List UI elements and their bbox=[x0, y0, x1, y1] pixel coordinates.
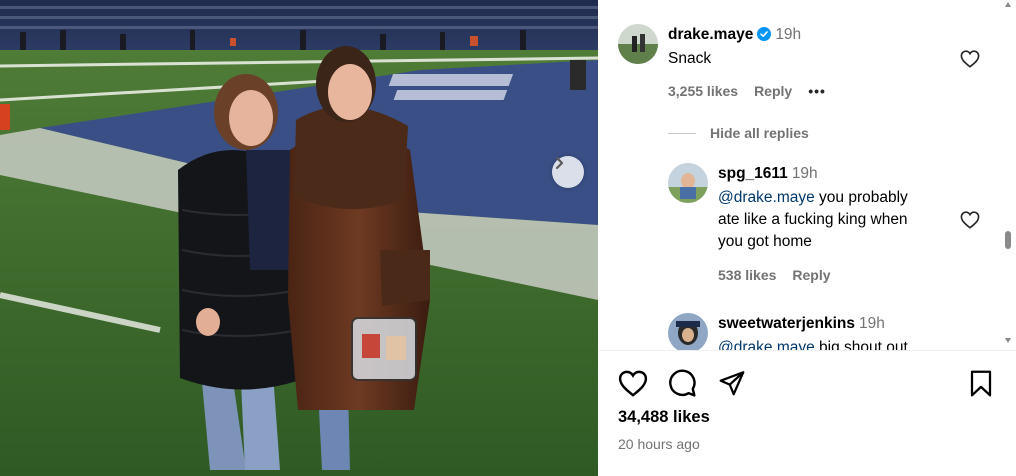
carousel-next-button[interactable] bbox=[552, 156, 584, 188]
avatar[interactable] bbox=[618, 24, 658, 64]
reply-username[interactable]: spg_1611 bbox=[718, 165, 788, 182]
post-actions: 34,488 likes 20 hours ago bbox=[598, 350, 1016, 476]
comments-scrollbar[interactable] bbox=[1002, 0, 1014, 350]
comment-time[interactable]: 19h bbox=[775, 26, 801, 43]
avatar[interactable] bbox=[668, 163, 708, 203]
scrollbar-thumb[interactable] bbox=[1005, 231, 1011, 249]
chevron-right-icon bbox=[555, 156, 564, 170]
comment-username[interactable]: drake.maye bbox=[668, 26, 753, 43]
comments-list[interactable]: drake.maye 19h Snack 3,255 likes Reply •••… bbox=[598, 0, 1016, 350]
reply-username[interactable]: sweetwaterjenkins bbox=[718, 315, 855, 332]
avatar-image bbox=[668, 313, 708, 350]
mention-link[interactable]: @drake.maye bbox=[718, 339, 815, 350]
comment-meta: 3,255 likes Reply ••• bbox=[668, 83, 842, 99]
reply-time[interactable]: 19h bbox=[792, 165, 818, 182]
more-options-icon[interactable]: ••• bbox=[808, 83, 826, 99]
comment-like-heart-icon[interactable] bbox=[960, 211, 980, 229]
bookmark-icon[interactable] bbox=[969, 370, 993, 397]
reply-text: @drake.maye you probably ate like a fuck… bbox=[718, 189, 908, 250]
reply-reply-button[interactable]: Reply bbox=[792, 267, 830, 283]
post-photo bbox=[0, 0, 598, 476]
comment-text: Snack bbox=[668, 50, 712, 67]
scroll-down-arrow-icon[interactable] bbox=[1005, 338, 1011, 343]
comment-likes[interactable]: 3,255 likes bbox=[668, 83, 738, 99]
heart-icon[interactable] bbox=[618, 370, 648, 397]
post-image[interactable] bbox=[0, 0, 598, 476]
verified-badge-icon bbox=[757, 27, 772, 41]
post-likes-count[interactable]: 34,488 likes bbox=[618, 408, 710, 427]
reply-text: @drake.maye big shout out bbox=[718, 337, 988, 350]
comment-icon[interactable] bbox=[668, 369, 697, 398]
hide-replies-button[interactable]: Hide all replies bbox=[668, 125, 809, 141]
reply-time[interactable]: 19h bbox=[859, 315, 885, 332]
post-timestamp[interactable]: 20 hours ago bbox=[618, 436, 700, 452]
mention-link[interactable]: @drake.maye bbox=[718, 189, 815, 206]
scroll-up-arrow-icon[interactable] bbox=[1005, 2, 1011, 7]
avatar[interactable] bbox=[668, 313, 708, 350]
share-icon[interactable] bbox=[718, 370, 746, 397]
divider-line bbox=[668, 132, 696, 134]
avatar-image bbox=[618, 24, 658, 64]
reply-meta: 538 likes Reply bbox=[718, 267, 847, 283]
avatar-image bbox=[668, 163, 708, 203]
comment-like-heart-icon[interactable] bbox=[960, 50, 980, 68]
hide-replies-label: Hide all replies bbox=[710, 125, 809, 141]
reply-likes[interactable]: 538 likes bbox=[718, 267, 776, 283]
comment-reply-button[interactable]: Reply bbox=[754, 83, 792, 99]
post-sidebar: drake.maye 19h Snack 3,255 likes Reply •••… bbox=[598, 0, 1016, 476]
